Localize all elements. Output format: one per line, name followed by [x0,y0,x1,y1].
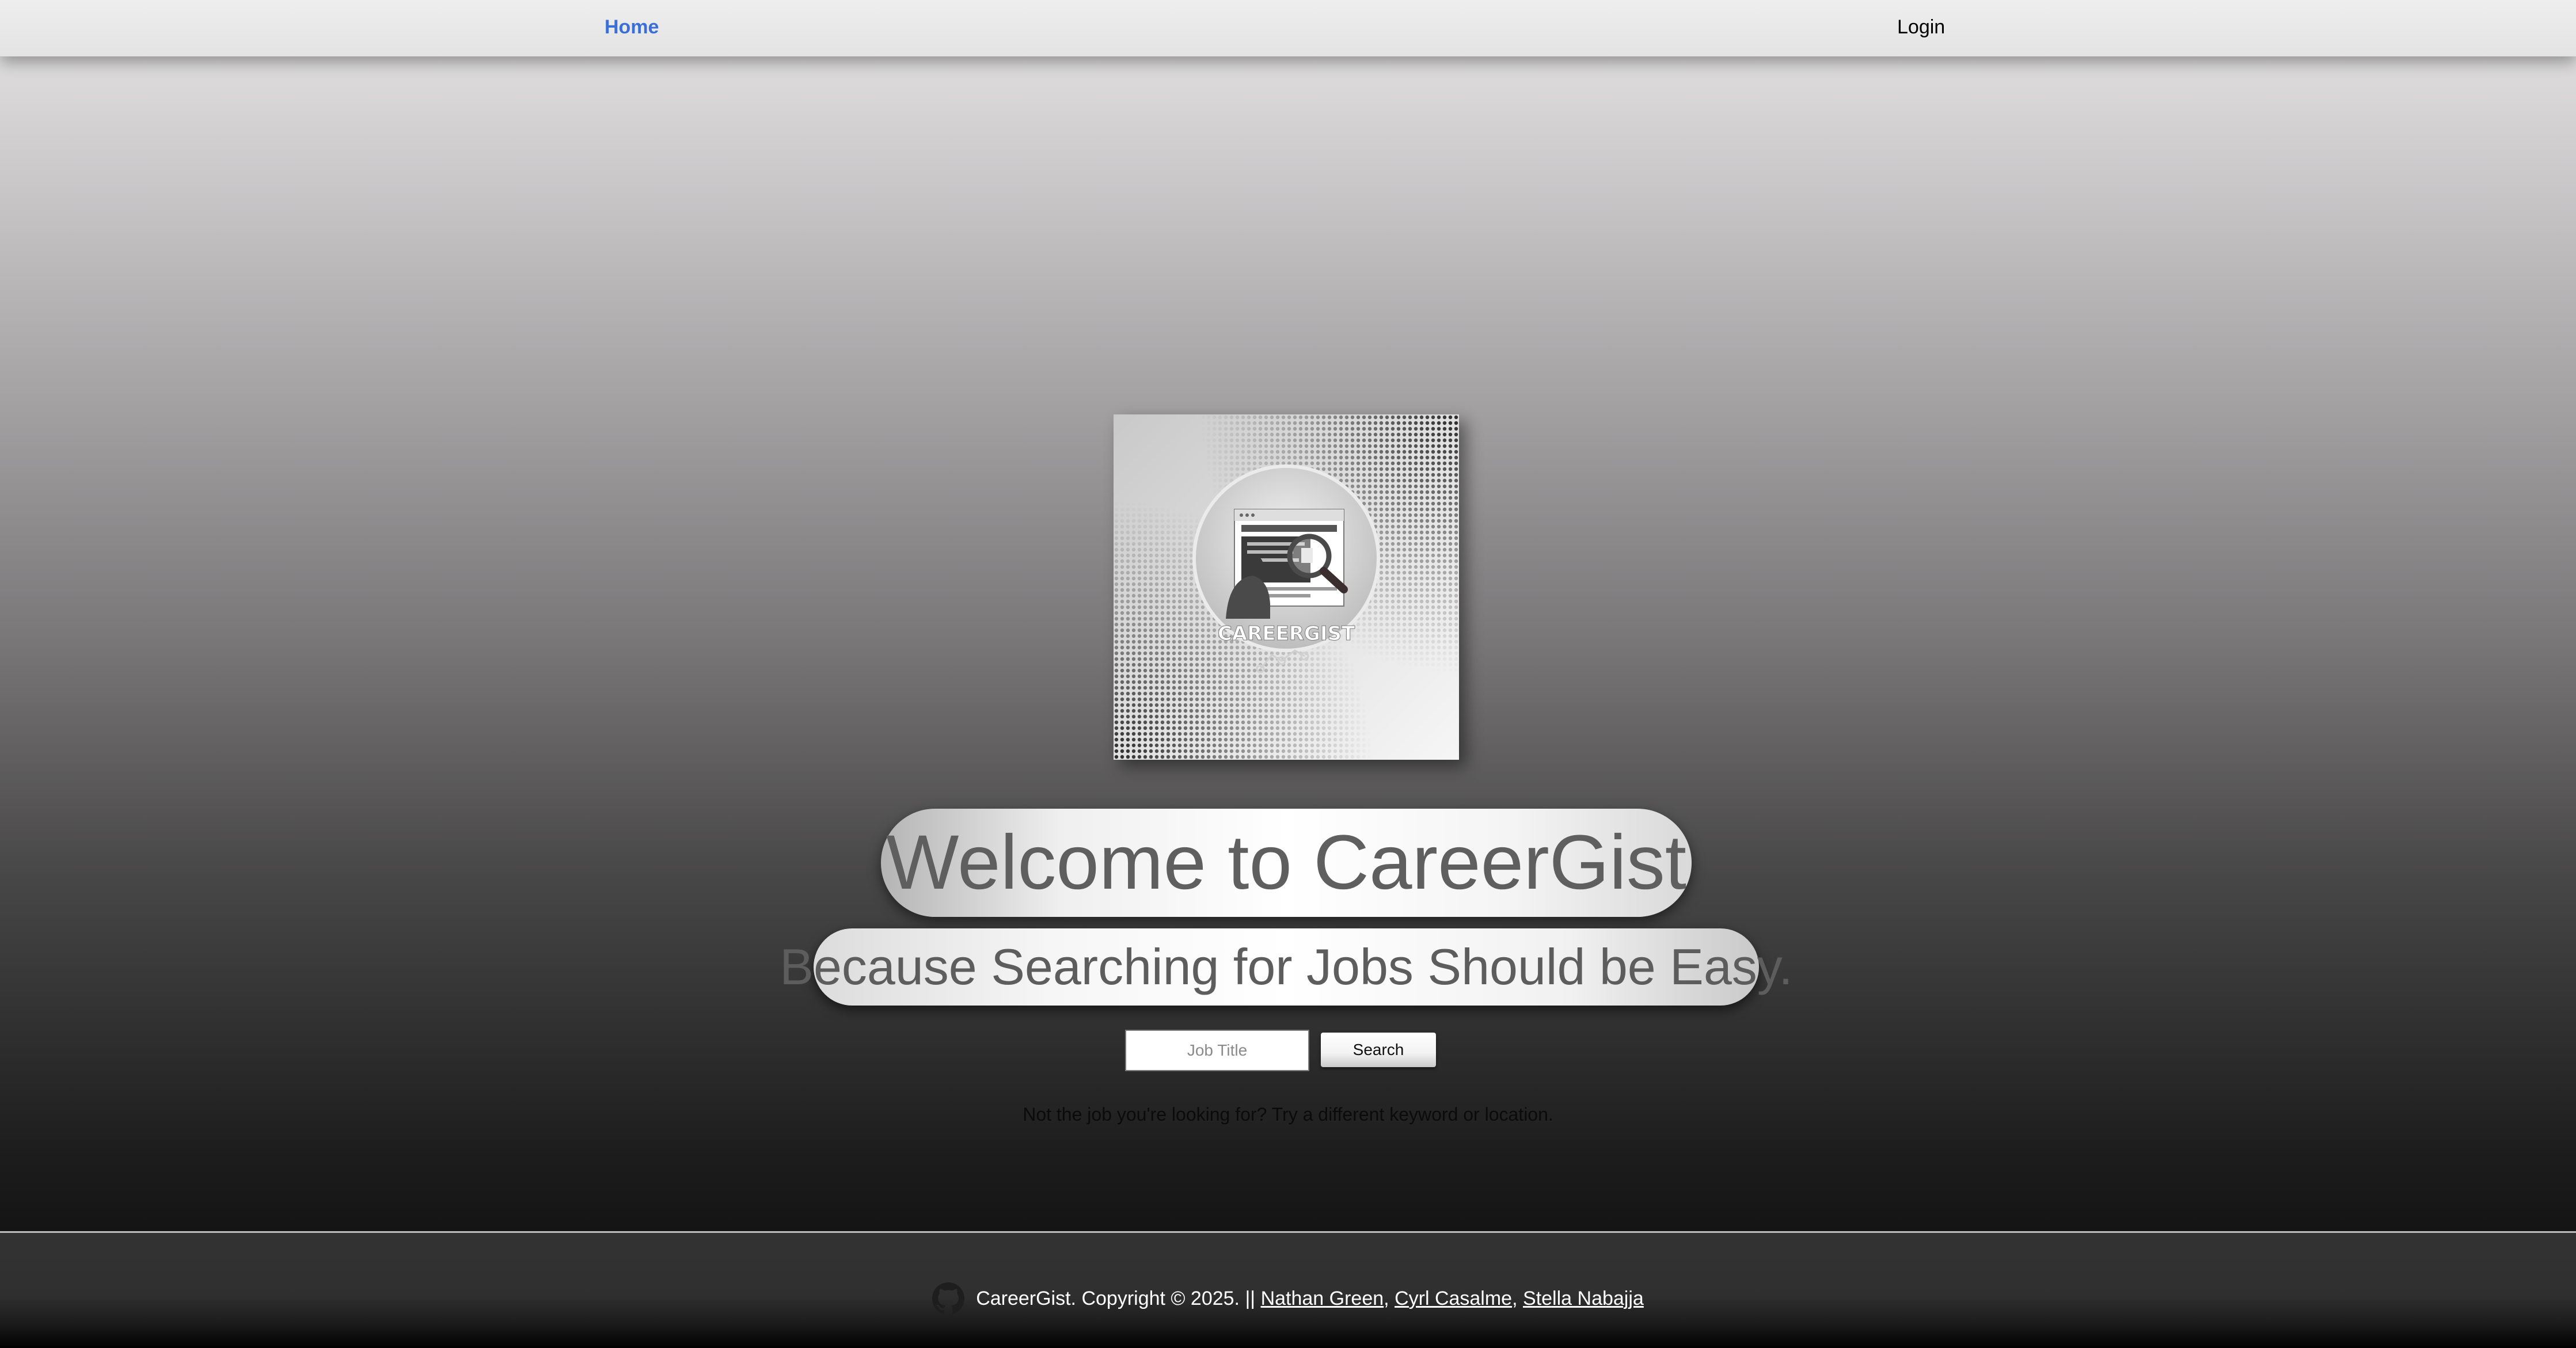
footer-content: CareerGist. Copyright © 2025. || Nathan … [0,1282,2576,1315]
welcome-banner: Welcome to CareerGist [881,809,1692,917]
search-button[interactable]: Search [1321,1033,1436,1067]
tagline-banner: Because Searching for Jobs Should be Eas… [780,928,1793,1006]
footer-copyright: CareerGist. Copyright © 2025. || [976,1287,1256,1309]
search-hint-text: Not the job you're looking for? Try a di… [1023,1104,1553,1125]
nav-login-link[interactable]: Login [1897,16,1945,39]
careergist-logo: CAREERGIST [1114,414,1459,760]
footer-separator: , [1512,1287,1523,1309]
logo-graphic: CAREERGIST [1114,414,1459,760]
page-title: Welcome to CareerGist [886,820,1687,905]
top-navbar: Home Login [0,0,2576,56]
page-tagline: Because Searching for Jobs Should be Eas… [780,938,1793,995]
logo-brand-text: CAREERGIST [1218,622,1355,645]
author-link-stella-nabajja[interactable]: Stella Nabajja [1523,1288,1644,1310]
job-title-input[interactable] [1125,1030,1309,1071]
footer-separator: , [1384,1287,1395,1309]
page-footer: CareerGist. Copyright © 2025. || Nathan … [0,1231,2576,1348]
author-link-nathan-green[interactable]: Nathan Green [1261,1288,1384,1310]
nav-home-link[interactable]: Home [605,16,659,39]
author-link-cyrl-casalme[interactable]: Cyrl Casalme [1395,1288,1512,1310]
github-icon[interactable] [932,1282,965,1315]
